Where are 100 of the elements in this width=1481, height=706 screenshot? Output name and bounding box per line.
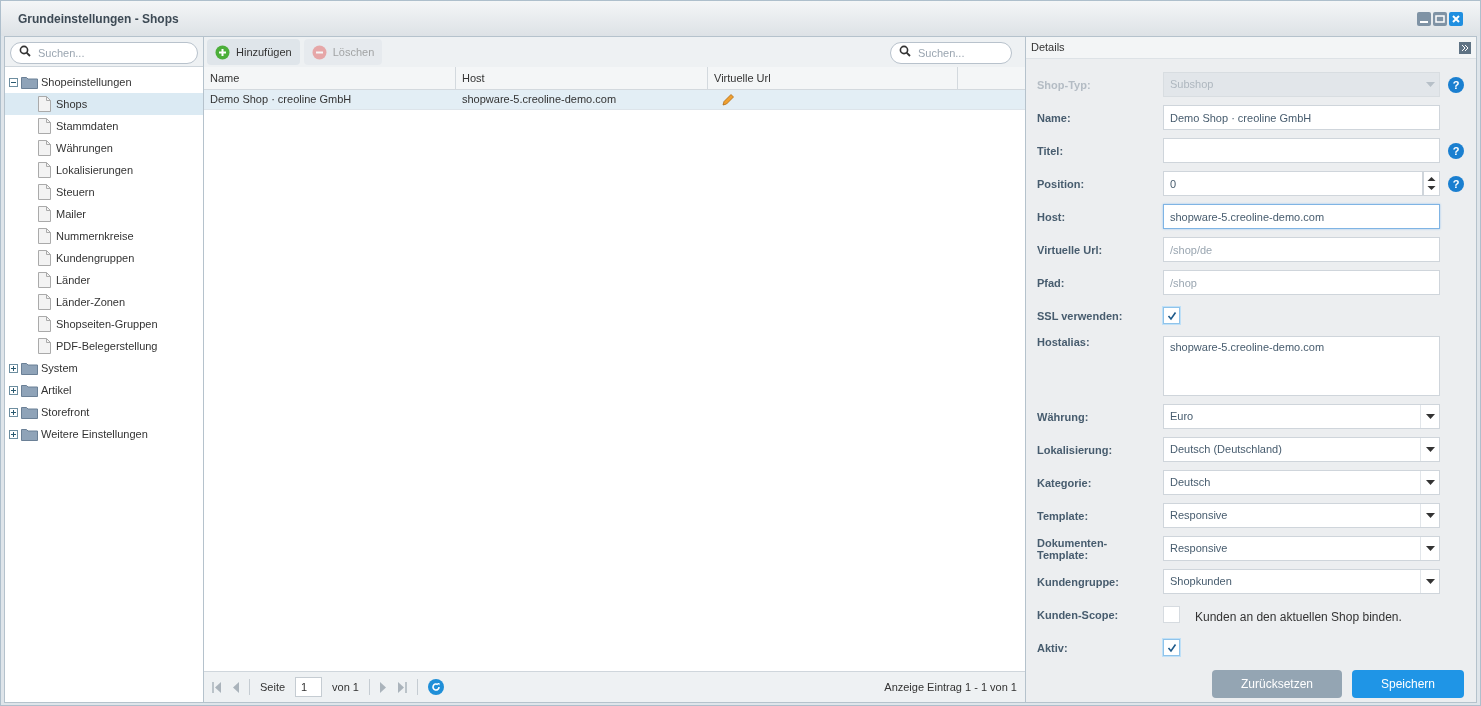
table-row[interactable]: Demo Shop · creoline GmbH shopware-5.creoline-demo.com xyxy=(204,90,1025,110)
tree-item[interactable]: Kundengruppen xyxy=(5,247,203,269)
checkbox[interactable] xyxy=(1163,606,1180,623)
field-label: Virtuelle Url: xyxy=(1037,243,1104,256)
minimize-icon[interactable] xyxy=(1417,11,1431,26)
dropdown[interactable]: Responsive xyxy=(1163,503,1440,528)
field-label: Hostalias: xyxy=(1037,336,1091,348)
search-icon xyxy=(19,44,31,57)
tree-item[interactable]: PDF-Belegerstellung xyxy=(5,335,203,357)
folder-icon xyxy=(21,361,38,375)
field-label: Pfad: xyxy=(1037,276,1066,289)
help-button[interactable]: ? xyxy=(1448,175,1464,192)
search-icon xyxy=(899,45,911,57)
checkbox[interactable] xyxy=(1163,307,1180,324)
field-label: Shop-Typ: xyxy=(1037,78,1092,91)
document-icon xyxy=(38,250,51,266)
next-page-icon[interactable] xyxy=(380,681,387,693)
collapse-icon[interactable] xyxy=(9,77,18,87)
document-icon xyxy=(38,162,51,178)
tree-folder[interactable]: Storefront xyxy=(5,401,203,423)
add-button[interactable]: Hinzufügen xyxy=(207,39,300,65)
text-field[interactable]: Demo Shop · creoline GmbH xyxy=(1163,105,1440,130)
document-icon xyxy=(38,140,51,156)
expand-icon[interactable] xyxy=(9,385,18,395)
spinner-icon[interactable] xyxy=(1423,171,1440,196)
field-label: Kunden-Scope: xyxy=(1037,608,1120,621)
paging-summary: Anzeige Eintrag 1 - 1 von 1 xyxy=(884,679,1017,695)
caret-icon xyxy=(1425,447,1435,452)
tree-item[interactable]: Lokalisierungen xyxy=(5,159,203,181)
caret-icon xyxy=(1425,414,1435,419)
field-label: SSL verwenden: xyxy=(1037,309,1124,322)
collapse-panel-icon[interactable] xyxy=(1459,41,1471,54)
first-page-icon[interactable] xyxy=(212,681,222,693)
column-header[interactable]: Name xyxy=(204,67,456,89)
tree-folder[interactable]: Shopeinstellungen xyxy=(5,71,203,93)
field-label: Titel: xyxy=(1037,144,1065,157)
add-icon xyxy=(215,44,230,60)
tree-item[interactable]: Länder-Zonen xyxy=(5,291,203,313)
folder-icon xyxy=(21,427,38,441)
page-input[interactable]: 1 xyxy=(295,677,323,697)
dropdown[interactable]: Deutsch (Deutschland) xyxy=(1163,437,1440,462)
field-label: Host: xyxy=(1037,210,1067,223)
tree-item[interactable]: Nummernkreise xyxy=(5,225,203,247)
help-button[interactable]: ? xyxy=(1448,142,1464,159)
previous-page-icon[interactable] xyxy=(232,681,239,693)
close-icon[interactable] xyxy=(1449,11,1463,26)
remove-icon xyxy=(311,44,327,60)
column-header[interactable]: Host xyxy=(456,67,708,89)
refresh-icon[interactable] xyxy=(428,679,444,695)
folder-icon xyxy=(21,75,38,89)
dropdown[interactable]: Responsive xyxy=(1163,536,1440,561)
number-field[interactable]: 0 xyxy=(1163,171,1423,196)
tree-item[interactable]: Länder xyxy=(5,269,203,291)
text-area[interactable]: shopware-5.creoline-demo.com xyxy=(1163,336,1440,396)
caret-icon xyxy=(1425,513,1435,518)
table-cell: shopware-5.creoline-demo.com xyxy=(462,93,617,106)
field-label: Lokalisierung: xyxy=(1037,443,1114,456)
checkmark-icon xyxy=(1166,642,1177,653)
tree-folder[interactable]: System xyxy=(5,357,203,379)
tree-item[interactable]: Shops xyxy=(5,93,203,115)
maximize-icon[interactable] xyxy=(1433,11,1447,26)
dropdown[interactable]: Shopkunden xyxy=(1163,569,1440,594)
tree-item[interactable]: Steuern xyxy=(5,181,203,203)
tree-item[interactable]: Stammdaten xyxy=(5,115,203,137)
search-field[interactable]: Suchen... xyxy=(890,42,1012,64)
tree-item[interactable]: Mailer xyxy=(5,203,203,225)
field-label: Template: xyxy=(1037,509,1090,522)
folder-icon xyxy=(21,405,38,419)
caret-icon xyxy=(1425,82,1435,87)
tree-item[interactable]: Shopseiten-Gruppen xyxy=(5,313,203,335)
window-title: Grundeinstellungen - Shops xyxy=(18,10,179,28)
text-field[interactable]: shopware-5.creoline-demo.com xyxy=(1163,204,1440,229)
pencil-icon[interactable] xyxy=(721,92,735,107)
document-icon xyxy=(38,96,51,112)
panel-title: Details xyxy=(1031,40,1065,56)
document-icon xyxy=(38,228,51,244)
text-field[interactable] xyxy=(1163,138,1440,163)
document-icon xyxy=(38,118,51,134)
tree-item[interactable]: Währungen xyxy=(5,137,203,159)
column-header[interactable]: Virtuelle Url xyxy=(708,67,958,89)
checkmark-icon xyxy=(1166,310,1177,321)
expand-icon[interactable] xyxy=(9,429,18,439)
dropdown[interactable]: Deutsch xyxy=(1163,470,1440,495)
checkbox-label: Kunden an den aktuellen Shop binden. xyxy=(1195,608,1402,626)
folder-icon xyxy=(21,383,38,397)
caret-icon xyxy=(1425,546,1435,551)
expand-icon[interactable] xyxy=(9,363,18,373)
dropdown[interactable]: Euro xyxy=(1163,404,1440,429)
text-field[interactable]: /shop/de xyxy=(1163,237,1440,262)
field-label: Kundengruppe: xyxy=(1037,575,1120,588)
last-page-icon[interactable] xyxy=(397,681,407,693)
field-label: Aktiv: xyxy=(1037,641,1069,654)
document-icon xyxy=(38,338,51,354)
tree-folder[interactable]: Weitere Einstellungen xyxy=(5,423,203,445)
search-field[interactable]: Suchen... xyxy=(10,41,198,64)
tree-folder[interactable]: Artikel xyxy=(5,379,203,401)
table-cell: Demo Shop · creoline GmbH xyxy=(210,93,352,106)
text-field[interactable]: /shop xyxy=(1163,270,1440,295)
expand-icon[interactable] xyxy=(9,407,18,417)
checkbox[interactable] xyxy=(1163,639,1180,656)
